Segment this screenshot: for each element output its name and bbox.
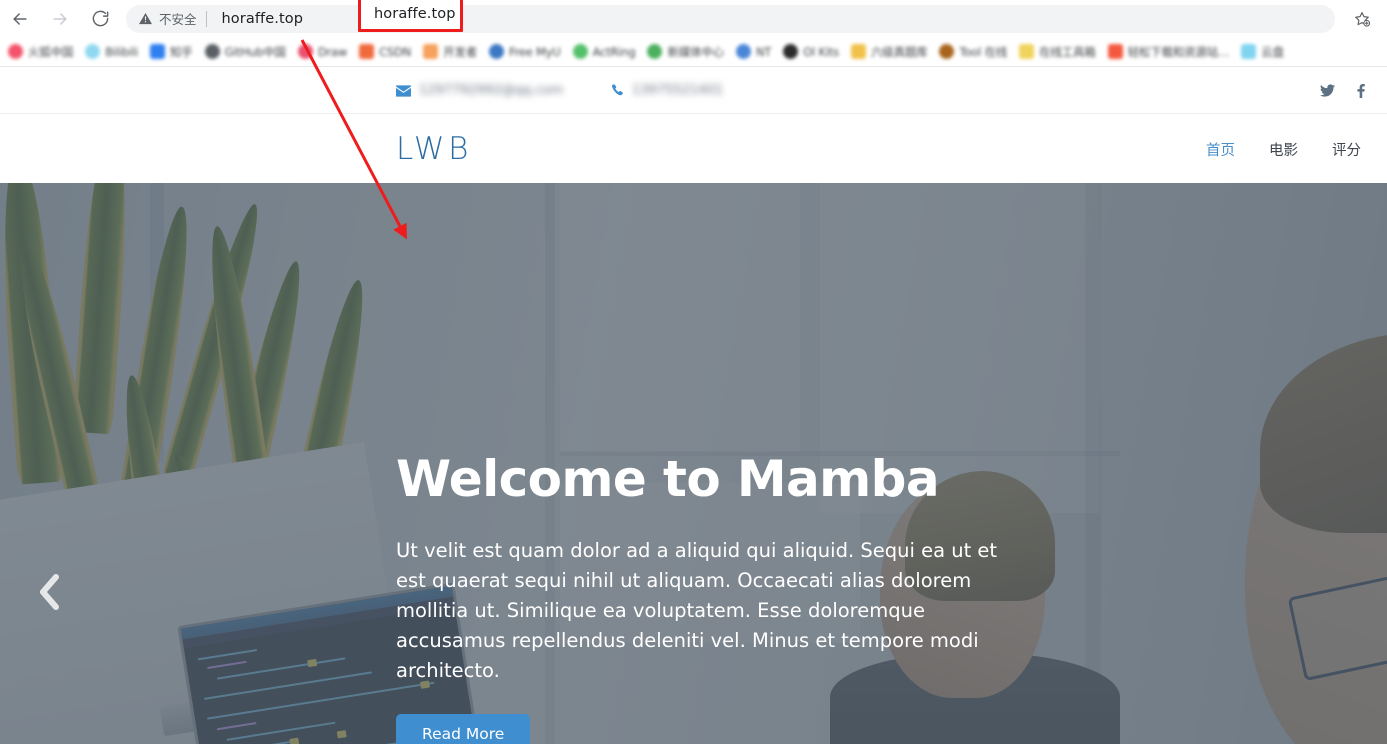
carousel-prev-button[interactable] [30, 571, 70, 617]
bookmark-favicon [647, 44, 662, 59]
bookmark-item[interactable]: Tool 在线 [939, 44, 1007, 60]
bookmark-label: 在线工具箱 [1039, 44, 1096, 60]
bookmark-label: NT [756, 45, 771, 59]
bookmark-item[interactable]: 六级真题库 [851, 44, 928, 60]
security-label: 不安全 [159, 9, 197, 28]
contact-phone[interactable]: 13975521401 [611, 83, 723, 98]
bookmark-favicon [205, 44, 220, 59]
bookmark-item[interactable]: 知乎 [150, 44, 193, 60]
contact-phone-text: 13975521401 [632, 83, 723, 98]
back-button[interactable] [0, 0, 40, 37]
bookmark-favicon [573, 44, 588, 59]
bookmark-label: Tool 在线 [959, 44, 1007, 60]
bookmark-label: 知乎 [170, 44, 193, 60]
bookmark-label: 新媒体中心 [667, 44, 724, 60]
bookmark-item[interactable]: GitHub中国 [205, 44, 286, 60]
social-links [1320, 84, 1365, 98]
address-bar[interactable]: 不安全 horaffe.top horaffe.top [126, 5, 1335, 33]
bookmark-star-icon[interactable] [1345, 0, 1379, 37]
bookmark-favicon [939, 44, 954, 59]
nav-item-movies[interactable]: 电影 [1269, 139, 1298, 160]
bookmark-favicon [8, 44, 23, 59]
bookmarks-bar[interactable]: 火狐中国 Bilibili 知乎 GitHub中国 Draw CSDN 开发者 … [0, 37, 1387, 67]
twitter-icon[interactable] [1320, 84, 1335, 97]
url-text: horaffe.top [209, 11, 304, 27]
chevron-left-icon [35, 571, 65, 618]
bookmark-favicon [736, 44, 751, 59]
bookmark-favicon [150, 44, 165, 59]
bookmark-label: 火狐中国 [28, 44, 73, 60]
read-more-button[interactable]: Read More [396, 714, 530, 745]
bookmark-item[interactable]: 新媒体中心 [647, 44, 724, 60]
bookmark-item[interactable]: Bilibili [85, 44, 138, 59]
nav-item-home[interactable]: 首页 [1206, 139, 1235, 160]
bookmark-label: 开发者 [443, 44, 477, 60]
nav-item-ratings[interactable]: 评分 [1332, 139, 1361, 160]
hero-content: Welcome to Mamba Ut velit est quam dolor… [396, 453, 1056, 744]
contact-email-text: 1297792992@qq.com [419, 83, 563, 98]
hero-banner: Welcome to Mamba Ut velit est quam dolor… [0, 183, 1387, 744]
bookmark-label: 轻松下载和资源站… [1128, 44, 1230, 60]
bookmark-label: CSDN [379, 45, 411, 59]
bookmark-favicon [489, 44, 504, 59]
envelope-icon [396, 85, 411, 97]
bookmark-favicon [85, 44, 100, 59]
bookmark-label: Draw [318, 45, 347, 59]
bookmark-item[interactable]: 在线工具箱 [1019, 44, 1096, 60]
bookmark-item[interactable]: 轻松下载和资源站… [1108, 44, 1230, 60]
site-contact-bar: 1297792992@qq.com 13975521401 [0, 68, 1387, 114]
bookmark-favicon [423, 44, 438, 59]
bookmark-item[interactable]: CSDN [359, 44, 411, 59]
bookmark-favicon [851, 44, 866, 59]
bookmark-item[interactable]: Draw [298, 44, 347, 59]
bookmark-label: ActRing [593, 45, 636, 59]
bookmark-favicon [783, 44, 798, 59]
bookmark-favicon [1019, 44, 1034, 59]
facebook-icon[interactable] [1357, 84, 1365, 98]
browser-toolbar: 不安全 horaffe.top horaffe.top [0, 0, 1387, 37]
omnibox-divider [206, 11, 207, 27]
bookmark-item[interactable]: Free MyU [489, 44, 561, 59]
bookmark-favicon [359, 44, 374, 59]
bookmark-label: Ol Kits [803, 45, 839, 59]
main-nav: 首页 电影 评分 [1206, 139, 1361, 160]
bookmark-item[interactable]: 火狐中国 [8, 44, 73, 60]
bookmark-item[interactable]: 开发者 [423, 44, 477, 60]
bookmark-favicon [298, 44, 313, 59]
hero-title: Welcome to Mamba [396, 453, 1056, 506]
site-security-chip[interactable]: 不安全 [126, 5, 206, 33]
reload-button[interactable] [80, 0, 120, 37]
warning-triangle-icon [138, 11, 153, 26]
url-text-highlighted: horaffe.top [361, 6, 456, 22]
bookmark-favicon [1241, 44, 1256, 59]
forward-button[interactable] [40, 0, 80, 37]
bookmark-item[interactable]: ActRing [573, 44, 636, 59]
contact-email[interactable]: 1297792992@qq.com [396, 83, 563, 98]
url-highlight-annotation: horaffe.top [358, 0, 463, 32]
bookmark-item[interactable]: Ol Kits [783, 44, 839, 59]
phone-icon [611, 84, 624, 97]
bookmark-label: 云盘 [1261, 44, 1284, 60]
bookmark-label: Free MyU [509, 45, 561, 59]
bookmark-label: GitHub中国 [225, 44, 286, 60]
site-logo[interactable]: LWB [396, 134, 472, 165]
contact-group: 1297792992@qq.com 13975521401 [396, 83, 723, 98]
bookmark-favicon [1108, 44, 1123, 59]
bookmark-item[interactable]: 云盘 [1241, 44, 1284, 60]
bookmark-item[interactable]: NT [736, 44, 771, 59]
hero-paragraph: Ut velit est quam dolor ad a aliquid qui… [396, 536, 1024, 686]
site-header: LWB 首页 电影 评分 [0, 115, 1387, 183]
bookmark-label: Bilibili [105, 45, 138, 59]
bookmark-label: 六级真题库 [871, 44, 928, 60]
